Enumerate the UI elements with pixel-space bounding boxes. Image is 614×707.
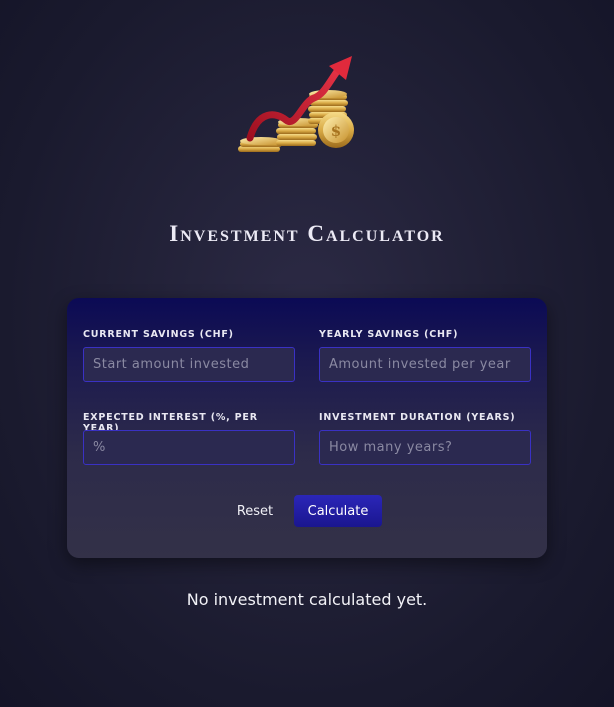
reset-button[interactable]: Reset bbox=[227, 495, 283, 527]
yearly-savings-input[interactable] bbox=[319, 347, 531, 382]
yearly-savings-label: Yearly Savings (CHF) bbox=[319, 329, 459, 340]
coins-growth-icon: $ bbox=[238, 56, 354, 152]
calculate-button[interactable]: Calculate bbox=[294, 495, 382, 527]
header: $ Investment Calculator bbox=[0, 0, 614, 270]
expected-interest-label: Expected Interest (%, per year) bbox=[83, 412, 258, 434]
current-savings-label: Current Savings (CHF) bbox=[83, 329, 234, 340]
expected-interest-input[interactable] bbox=[83, 430, 295, 465]
svg-text:$: $ bbox=[331, 122, 341, 140]
investment-duration-field: Investment Duration (years) bbox=[319, 412, 531, 465]
current-savings-input[interactable] bbox=[83, 347, 295, 382]
investment-duration-input[interactable] bbox=[319, 430, 531, 465]
expected-interest-field: Expected Interest (%, per year) bbox=[83, 412, 295, 465]
page-title: Investment Calculator bbox=[169, 221, 445, 246]
current-savings-field: Current Savings (CHF) bbox=[83, 329, 295, 382]
investment-form: Current Savings (CHF) Yearly Savings (CH… bbox=[67, 298, 547, 558]
result-message: No investment calculated yet. bbox=[186, 590, 428, 609]
yearly-savings-field: Yearly Savings (CHF) bbox=[319, 329, 531, 382]
form-actions: Reset Calculate bbox=[67, 495, 547, 527]
investment-duration-label: Investment Duration (years) bbox=[319, 412, 516, 423]
